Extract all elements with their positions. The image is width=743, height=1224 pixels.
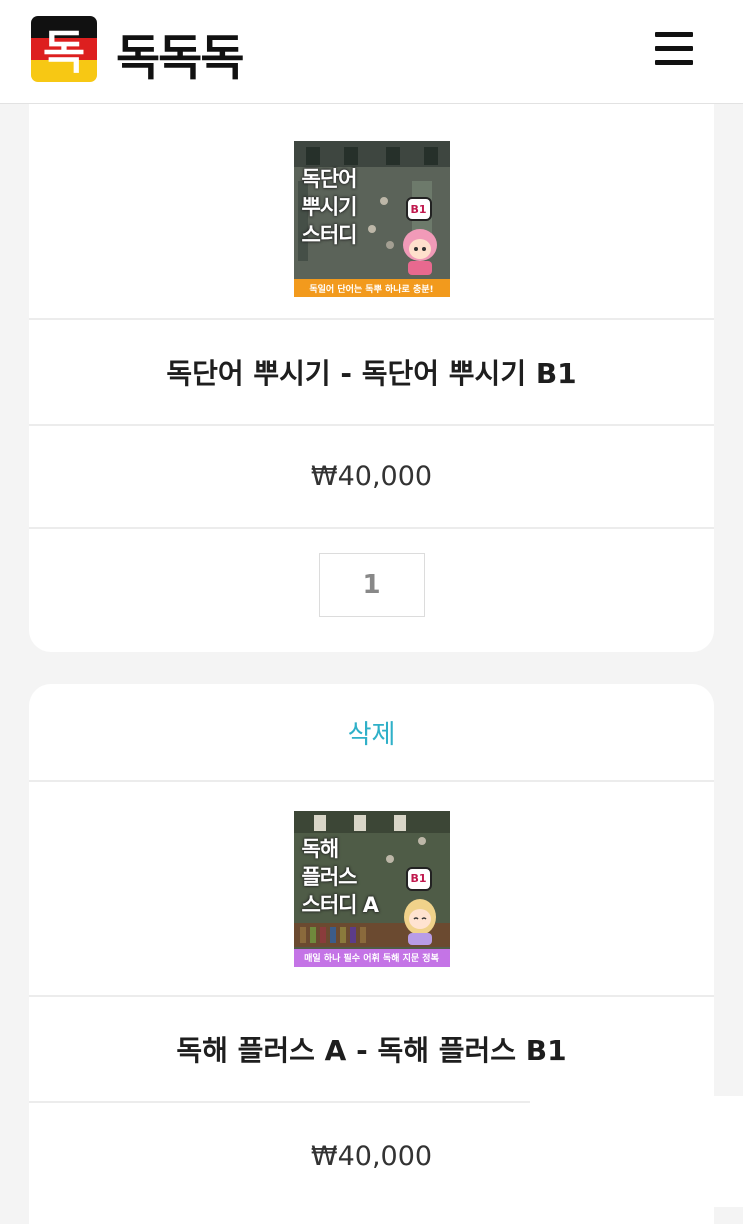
logo[interactable]: 독 — [31, 16, 97, 82]
product-image-row: 독해 플러스 스터디 A B1 매일 하나 필수 어휘 독해 지문 정복 — [29, 782, 714, 997]
product-title[interactable]: 독단어 뿌시기 - 독단어 뿌시기 B1 — [166, 352, 576, 392]
price-row: ₩40,000 — [29, 426, 714, 529]
product-thumbnail[interactable]: 독단어 뿌시기 스터디 B1 독일어 단어는 독뿌 하나로 충분! — [293, 141, 450, 297]
character-illustration — [403, 898, 436, 945]
delete-row: 삭제 — [29, 684, 714, 782]
product-title[interactable]: 독해 플러스 A - 독해 플러스 B1 — [176, 1029, 566, 1069]
brand-name[interactable]: 독독독 — [116, 18, 244, 88]
cart-item-card: 독단어 뿌시기 스터디 B1 독일어 단어는 독뿌 하나로 충분! 독단어 뿌시… — [29, 80, 714, 652]
product-thumbnail[interactable]: 독해 플러스 스터디 A B1 매일 하나 필수 어휘 독해 지문 정복 — [293, 810, 450, 967]
thumbnail-line-2: 플러스 — [301, 864, 358, 889]
thumbnail-line-3: 스터디 A — [301, 892, 380, 917]
product-title-row: 독해 플러스 A - 독해 플러스 B1 — [29, 997, 714, 1103]
thumbnail-line-1: 독해 — [301, 836, 340, 861]
character-illustration — [402, 229, 437, 275]
quantity-row: 1 — [29, 529, 714, 652]
level-badge: B1 — [405, 866, 432, 891]
app-header: 독 독독독 — [0, 0, 743, 104]
product-image-row: 독단어 뿌시기 스터디 B1 독일어 단어는 독뿌 하나로 충분! — [29, 80, 714, 320]
product-price: ₩40,000 — [310, 461, 433, 492]
white-overlay — [530, 1096, 743, 1207]
product-price: ₩40,000 — [310, 1140, 433, 1172]
hamburger-menu-icon[interactable] — [652, 30, 698, 70]
quantity-input[interactable]: 1 — [318, 552, 425, 617]
thumbnail-banner: 독일어 단어는 독뿌 하나로 충분! — [293, 279, 450, 297]
thumbnail-line-1: 독단어 — [301, 167, 358, 191]
level-badge: B1 — [405, 197, 432, 221]
thumbnail-line-3: 스터디 — [301, 223, 358, 247]
logo-glyph: 독 — [42, 25, 86, 79]
delete-button[interactable]: 삭제 — [348, 714, 396, 751]
product-title-row: 독단어 뿌시기 - 독단어 뿌시기 B1 — [29, 320, 714, 426]
thumbnail-line-2: 뿌시기 — [301, 195, 358, 219]
thumbnail-banner: 매일 하나 필수 어휘 독해 지문 정복 — [293, 948, 450, 967]
